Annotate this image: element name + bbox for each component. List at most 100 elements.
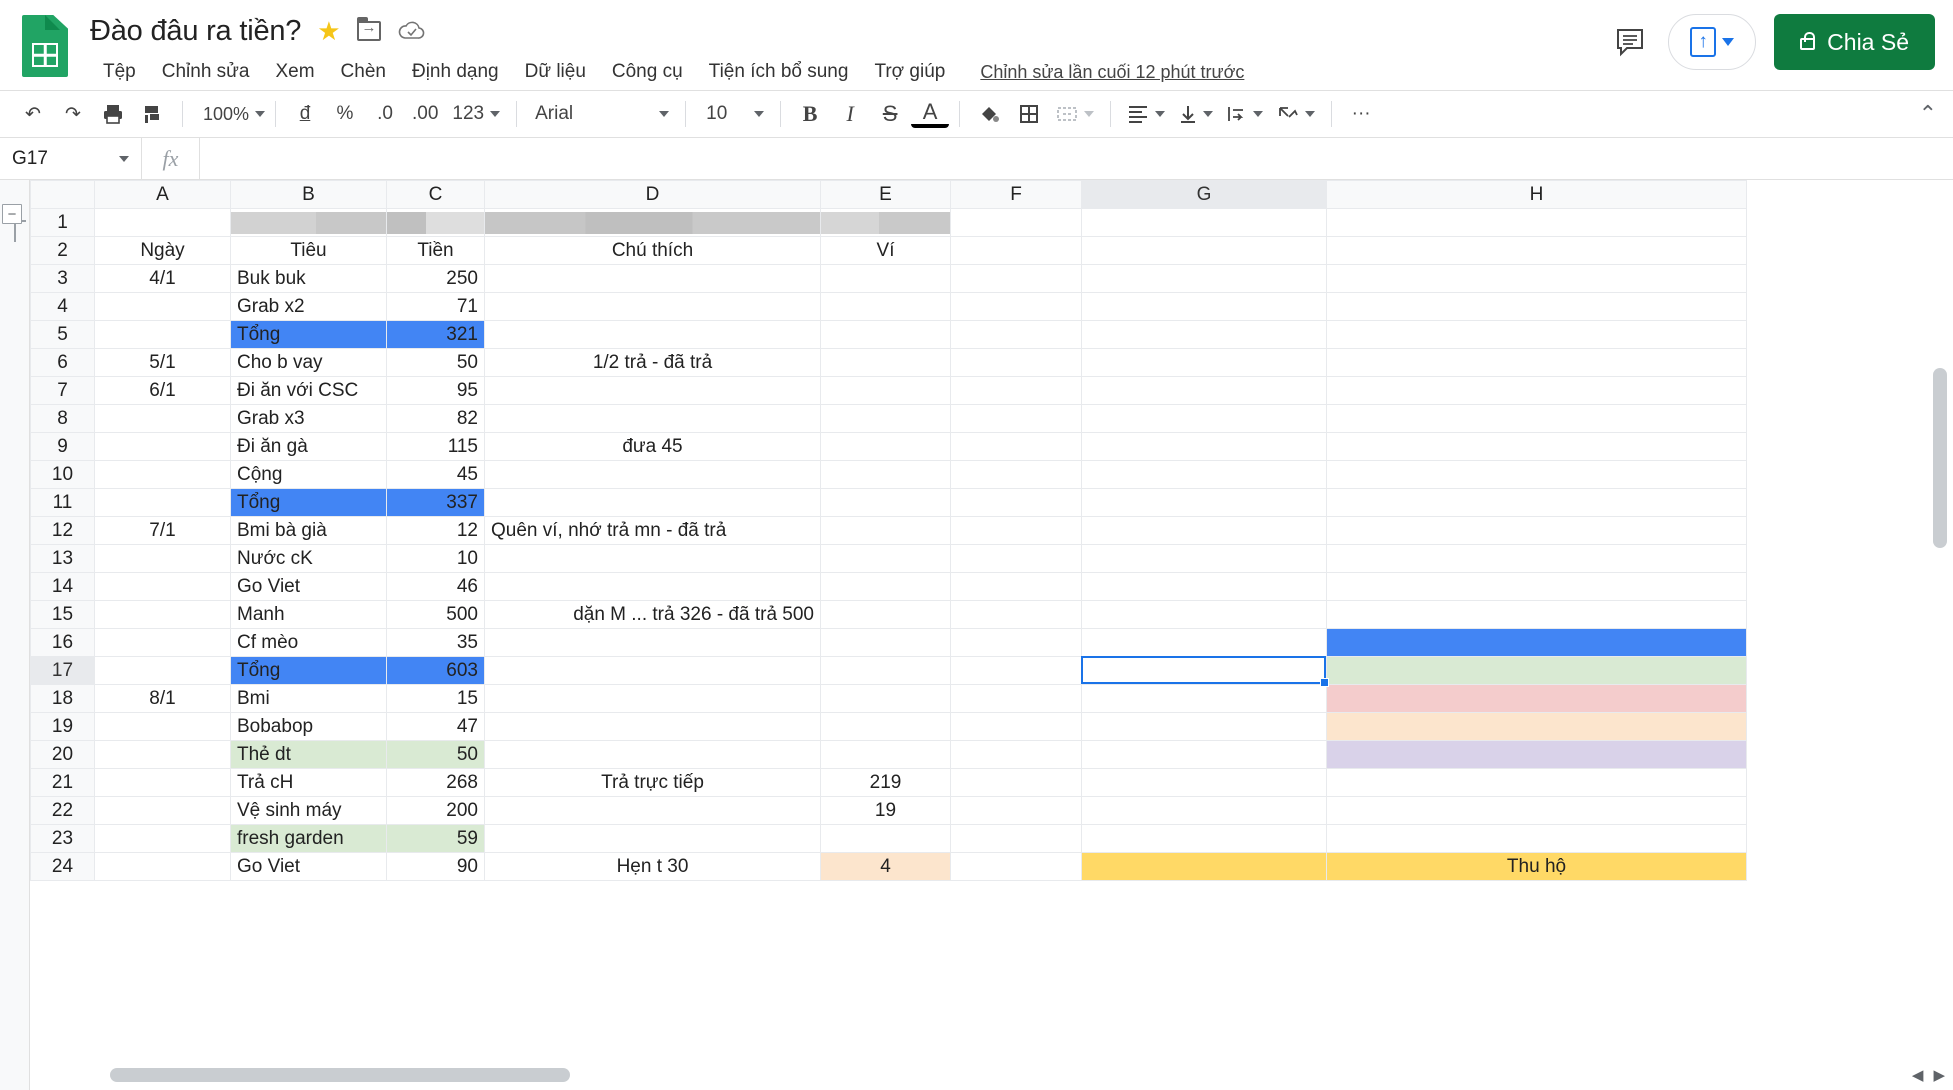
cell-d22[interactable] — [484, 796, 821, 825]
cell-c10[interactable]: 45 — [386, 460, 485, 489]
cell-e21[interactable]: 219 — [820, 768, 951, 797]
cell-f9[interactable] — [950, 432, 1082, 461]
cell-a14[interactable] — [94, 572, 231, 601]
cell-g22[interactable] — [1081, 796, 1327, 825]
row-header-13[interactable]: 13 — [30, 544, 95, 573]
font-size-select[interactable]: 10 — [696, 95, 770, 133]
table-row[interactable]: 2 Ngày Tiêu Tiền Chú thích Ví — [30, 236, 1747, 265]
cell-a15[interactable] — [94, 600, 231, 629]
cell-g23[interactable] — [1081, 824, 1327, 853]
column-header-b[interactable]: B — [230, 180, 387, 209]
cell-g7[interactable] — [1081, 376, 1327, 405]
cell-c24[interactable]: 90 — [386, 852, 485, 881]
cell-e18[interactable] — [820, 684, 951, 713]
cell-h2[interactable] — [1326, 236, 1747, 265]
cell-e24[interactable]: 4 — [820, 852, 951, 881]
cell-f22[interactable] — [950, 796, 1082, 825]
cell-g12[interactable] — [1081, 516, 1327, 545]
cell-b3[interactable]: Buk buk — [230, 264, 387, 293]
cell-b7[interactable]: Đi ăn với CSC — [230, 376, 387, 405]
cell-b8[interactable]: Grab x3 — [230, 404, 387, 433]
cell-a11[interactable] — [94, 488, 231, 517]
cell-b2[interactable]: Tiêu — [230, 236, 387, 265]
row-header-19[interactable]: 19 — [30, 712, 95, 741]
row-header-5[interactable]: 5 — [30, 320, 95, 349]
currency-format-button[interactable]: đ — [286, 95, 324, 133]
decrease-decimal-button[interactable]: .0 — [366, 95, 404, 133]
row-header-2[interactable]: 2 — [30, 236, 95, 265]
cell-d8[interactable] — [484, 404, 821, 433]
menu-item-format[interactable]: Định dạng — [399, 56, 512, 88]
cell-d11[interactable] — [484, 488, 821, 517]
menu-item-insert[interactable]: Chèn — [328, 56, 399, 88]
cell-c21[interactable]: 268 — [386, 768, 485, 797]
menu-item-file[interactable]: Tệp — [90, 56, 149, 88]
column-header-d[interactable]: D — [484, 180, 821, 209]
column-header-e[interactable]: E — [820, 180, 951, 209]
table-row[interactable]: 20 Thẻ dt 50 — [30, 740, 1747, 769]
menu-item-view[interactable]: Xem — [262, 56, 327, 88]
row-header-24[interactable]: 24 — [30, 852, 95, 881]
cell-h23[interactable] — [1326, 824, 1747, 853]
cell-a3[interactable]: 4/1 — [94, 264, 231, 293]
horizontal-align-icon[interactable] — [1121, 95, 1171, 133]
cell-f4[interactable] — [950, 292, 1082, 321]
cell-b16[interactable]: Cf mèo — [230, 628, 387, 657]
collapse-toolbar-button[interactable]: ⌃ — [1919, 101, 1937, 127]
cell-a8[interactable] — [94, 404, 231, 433]
cell-e17[interactable] — [820, 656, 951, 685]
table-row[interactable]: 14 Go Viet 46 — [30, 572, 1747, 601]
cell-d13[interactable] — [484, 544, 821, 573]
cell-a17[interactable] — [94, 656, 231, 685]
scroll-left-icon[interactable]: ◀ — [1912, 1066, 1924, 1084]
cell-a24[interactable] — [94, 852, 231, 881]
font-family-select[interactable]: Arial — [527, 95, 675, 133]
cell-c3[interactable]: 250 — [386, 264, 485, 293]
table-row[interactable]: 11 Tổng 337 — [30, 488, 1747, 517]
row-header-7[interactable]: 7 — [30, 376, 95, 405]
sheet-table[interactable]: A B C D E F G H 1 2 Ngày Tiêu Tiền Chú t… — [30, 180, 1747, 881]
cell-e6[interactable] — [820, 348, 951, 377]
cell-c1[interactable] — [386, 208, 485, 237]
cell-f14[interactable] — [950, 572, 1082, 601]
cell-g17[interactable] — [1081, 656, 1327, 685]
table-row[interactable]: 1 — [30, 208, 1747, 237]
vertical-scrollbar-thumb[interactable] — [1933, 368, 1947, 548]
cell-h9[interactable] — [1326, 432, 1747, 461]
cell-c16[interactable]: 35 — [386, 628, 485, 657]
cell-b24[interactable]: Go Viet — [230, 852, 387, 881]
row-header-9[interactable]: 9 — [30, 432, 95, 461]
cell-d4[interactable] — [484, 292, 821, 321]
cell-d16[interactable] — [484, 628, 821, 657]
cell-b17[interactable]: Tổng — [230, 656, 387, 685]
menu-item-addons[interactable]: Tiện ích bổ sung — [696, 56, 862, 88]
cell-f5[interactable] — [950, 320, 1082, 349]
cell-h17[interactable] — [1326, 656, 1747, 685]
percent-format-button[interactable]: % — [326, 95, 364, 133]
bold-button[interactable]: B — [791, 95, 829, 133]
menu-item-tools[interactable]: Công cụ — [599, 56, 696, 88]
cell-e11[interactable] — [820, 488, 951, 517]
vertical-scrollbar[interactable] — [1933, 366, 1947, 1050]
cell-b15[interactable]: Manh — [230, 600, 387, 629]
cell-d10[interactable] — [484, 460, 821, 489]
cell-f16[interactable] — [950, 628, 1082, 657]
cell-a23[interactable] — [94, 824, 231, 853]
cell-h8[interactable] — [1326, 404, 1747, 433]
formula-input[interactable] — [200, 138, 1953, 179]
cell-h20[interactable] — [1326, 740, 1747, 769]
cell-d6[interactable]: 1/2 trả - đã trả — [484, 348, 821, 377]
cell-c23[interactable]: 59 — [386, 824, 485, 853]
cell-f18[interactable] — [950, 684, 1082, 713]
cell-g21[interactable] — [1081, 768, 1327, 797]
cell-a5[interactable] — [94, 320, 231, 349]
cell-h14[interactable] — [1326, 572, 1747, 601]
name-box[interactable]: G17 — [0, 138, 142, 179]
cell-g13[interactable] — [1081, 544, 1327, 573]
cell-a19[interactable] — [94, 712, 231, 741]
cell-d17[interactable] — [484, 656, 821, 685]
cell-b19[interactable]: Bobabop — [230, 712, 387, 741]
cell-b18[interactable]: Bmi — [230, 684, 387, 713]
column-header-a[interactable]: A — [94, 180, 231, 209]
row-header-8[interactable]: 8 — [30, 404, 95, 433]
